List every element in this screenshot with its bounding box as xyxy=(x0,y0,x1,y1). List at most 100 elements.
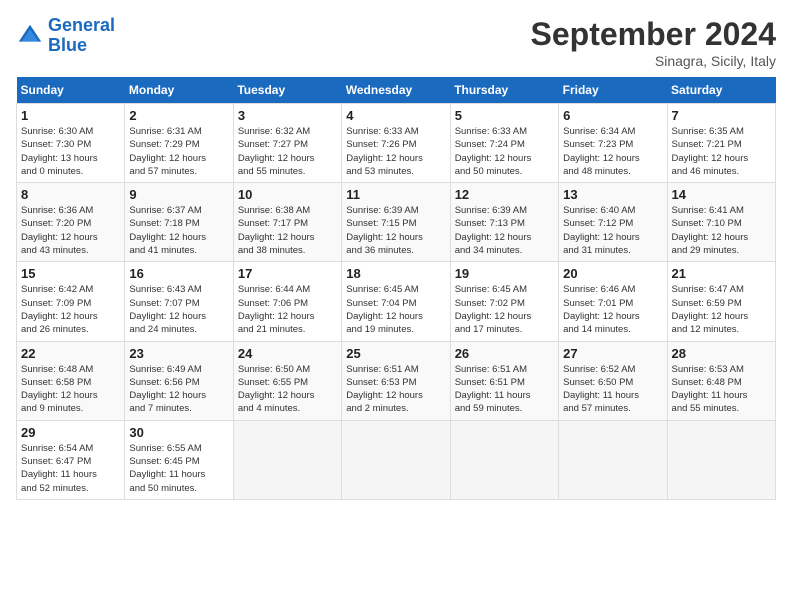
info-line: and 12 minutes. xyxy=(672,324,740,335)
info-line: Sunset: 7:29 PM xyxy=(129,139,199,150)
calendar-cell: 22Sunrise: 6:48 AMSunset: 6:58 PMDayligh… xyxy=(17,341,125,420)
day-number: 26 xyxy=(455,346,554,361)
info-line: and 43 minutes. xyxy=(21,245,89,256)
info-line: and 29 minutes. xyxy=(672,245,740,256)
col-thursday: Thursday xyxy=(450,77,558,104)
info-line: Daylight: 12 hours xyxy=(129,390,206,401)
day-info: Sunrise: 6:51 AMSunset: 6:53 PMDaylight:… xyxy=(346,363,445,416)
col-friday: Friday xyxy=(559,77,667,104)
calendar-cell xyxy=(559,420,667,499)
info-line: Sunset: 7:06 PM xyxy=(238,298,308,309)
calendar-cell: 28Sunrise: 6:53 AMSunset: 6:48 PMDayligh… xyxy=(667,341,775,420)
calendar-cell: 9Sunrise: 6:37 AMSunset: 7:18 PMDaylight… xyxy=(125,183,233,262)
info-line: Sunset: 7:18 PM xyxy=(129,218,199,229)
info-line: and 21 minutes. xyxy=(238,324,306,335)
calendar-cell: 3Sunrise: 6:32 AMSunset: 7:27 PMDaylight… xyxy=(233,104,341,183)
month-title: September 2024 xyxy=(531,16,776,53)
info-line: Daylight: 12 hours xyxy=(455,232,532,243)
info-line: Sunset: 7:12 PM xyxy=(563,218,633,229)
calendar-cell: 17Sunrise: 6:44 AMSunset: 7:06 PMDayligh… xyxy=(233,262,341,341)
info-line: Sunset: 7:01 PM xyxy=(563,298,633,309)
info-line: and 36 minutes. xyxy=(346,245,414,256)
info-line: and 55 minutes. xyxy=(238,166,306,177)
info-line: and 53 minutes. xyxy=(346,166,414,177)
info-line: Sunrise: 6:40 AM xyxy=(563,205,635,216)
info-line: Daylight: 12 hours xyxy=(129,232,206,243)
info-line: and 14 minutes. xyxy=(563,324,631,335)
info-line: Sunset: 7:10 PM xyxy=(672,218,742,229)
info-line: Daylight: 12 hours xyxy=(672,153,749,164)
day-info: Sunrise: 6:50 AMSunset: 6:55 PMDaylight:… xyxy=(238,363,337,416)
info-line: Daylight: 12 hours xyxy=(129,153,206,164)
day-number: 4 xyxy=(346,108,445,123)
info-line: and 57 minutes. xyxy=(129,166,197,177)
calendar-cell: 24 Sunrise: 6:50 AMSunset: 6:55 PMDayligh… xyxy=(233,341,341,420)
info-line: Sunset: 7:07 PM xyxy=(129,298,199,309)
info-line: Sunset: 7:09 PM xyxy=(21,298,91,309)
info-line: Daylight: 11 hours xyxy=(455,390,531,401)
info-line: Sunrise: 6:32 AM xyxy=(238,126,310,137)
info-line: Daylight: 11 hours xyxy=(563,390,639,401)
info-line: Sunrise: 6:53 AM xyxy=(672,364,744,375)
info-line: Sunrise: 6:38 AM xyxy=(238,205,310,216)
info-line: Sunrise: 6:54 AM xyxy=(21,443,93,454)
info-line: Sunrise: 6:47 AM xyxy=(672,284,744,295)
info-line: Sunset: 6:51 PM xyxy=(455,377,525,388)
day-info: Sunrise: 6:31 AM Sunset: 7:29 PM Daylight:… xyxy=(129,125,228,178)
day-number: 10 xyxy=(238,187,337,202)
calendar-cell: 25Sunrise: 6:51 AMSunset: 6:53 PMDayligh… xyxy=(342,341,450,420)
day-number: 12 xyxy=(455,187,554,202)
info-line: Sunrise: 6:50 AM xyxy=(238,364,310,375)
day-number: 22 xyxy=(21,346,120,361)
day-number: 17 xyxy=(238,266,337,281)
calendar-cell: 21Sunrise: 6:47 AMSunset: 6:59 PMDayligh… xyxy=(667,262,775,341)
info-line: Daylight: 12 hours xyxy=(346,390,423,401)
info-line: Sunrise: 6:48 AM xyxy=(21,364,93,375)
day-info: Sunrise: 6:33 AMSunset: 7:26 PMDaylight:… xyxy=(346,125,445,178)
info-line: Sunset: 7:24 PM xyxy=(455,139,525,150)
info-line: Sunset: 7:26 PM xyxy=(346,139,416,150)
calendar-cell: 14Sunrise: 6:41 AMSunset: 7:10 PMDayligh… xyxy=(667,183,775,262)
logo-icon xyxy=(16,22,44,50)
info-line: Sunrise: 6:35 AM xyxy=(672,126,744,137)
info-line: Sunset: 6:48 PM xyxy=(672,377,742,388)
info-line: Sunset: 7:04 PM xyxy=(346,298,416,309)
day-number: 15 xyxy=(21,266,120,281)
info-line: Sunset: 7:13 PM xyxy=(455,218,525,229)
info-line: Sunrise: 6:45 AM xyxy=(455,284,527,295)
day-number: 11 xyxy=(346,187,445,202)
info-line: Daylight: 12 hours xyxy=(346,311,423,322)
info-line: Sunrise: 6:41 AM xyxy=(672,205,744,216)
info-line: Sunrise: 6:39 AM xyxy=(346,205,418,216)
info-line: Daylight: 12 hours xyxy=(672,232,749,243)
day-info: Sunrise: 6:54 AMSunset: 6:47 PMDaylight:… xyxy=(21,442,120,495)
calendar-cell xyxy=(667,420,775,499)
day-number: 24 xyxy=(238,346,337,361)
day-number: 29 xyxy=(21,425,120,440)
day-info: Sunrise: 6:42 AMSunset: 7:09 PMDaylight:… xyxy=(21,283,120,336)
info-line: and 7 minutes. xyxy=(129,403,191,414)
info-line: and 9 minutes. xyxy=(21,403,83,414)
info-line: Daylight: 12 hours xyxy=(129,311,206,322)
info-line: Sunrise: 6:31 AM xyxy=(129,126,201,137)
calendar-table: Sunday Monday Tuesday Wednesday Thursday… xyxy=(16,77,776,500)
info-line: and 17 minutes. xyxy=(455,324,523,335)
calendar-cell: 1Sunrise: 6:30 AMSunset: 7:30 PMDaylight… xyxy=(17,104,125,183)
info-line: Sunrise: 6:33 AM xyxy=(455,126,527,137)
calendar-cell: 7Sunrise: 6:35 AMSunset: 7:21 PMDaylight… xyxy=(667,104,775,183)
info-line: Sunrise: 6:33 AM xyxy=(346,126,418,137)
day-info: Sunrise: 6:33 AMSunset: 7:24 PMDaylight:… xyxy=(455,125,554,178)
info-line: Sunset: 7:17 PM xyxy=(238,218,308,229)
day-number: 6 xyxy=(563,108,662,123)
info-line: Daylight: 12 hours xyxy=(21,311,98,322)
info-line: Sunrise: 6:46 AM xyxy=(563,284,635,295)
info-line: Daylight: 12 hours xyxy=(346,232,423,243)
info-line: and 57 minutes. xyxy=(563,403,631,414)
info-line: Sunset: 7:23 PM xyxy=(563,139,633,150)
info-line: Sunrise: 6:34 AM xyxy=(563,126,635,137)
calendar-cell: 8Sunrise: 6:36 AMSunset: 7:20 PMDaylight… xyxy=(17,183,125,262)
day-info: Sunrise: 6:53 AMSunset: 6:48 PMDaylight:… xyxy=(672,363,771,416)
day-info: Sunrise: 6:47 AMSunset: 6:59 PMDaylight:… xyxy=(672,283,771,336)
calendar-cell: 13Sunrise: 6:40 AMSunset: 7:12 PMDayligh… xyxy=(559,183,667,262)
calendar-cell: 5Sunrise: 6:33 AMSunset: 7:24 PMDaylight… xyxy=(450,104,558,183)
